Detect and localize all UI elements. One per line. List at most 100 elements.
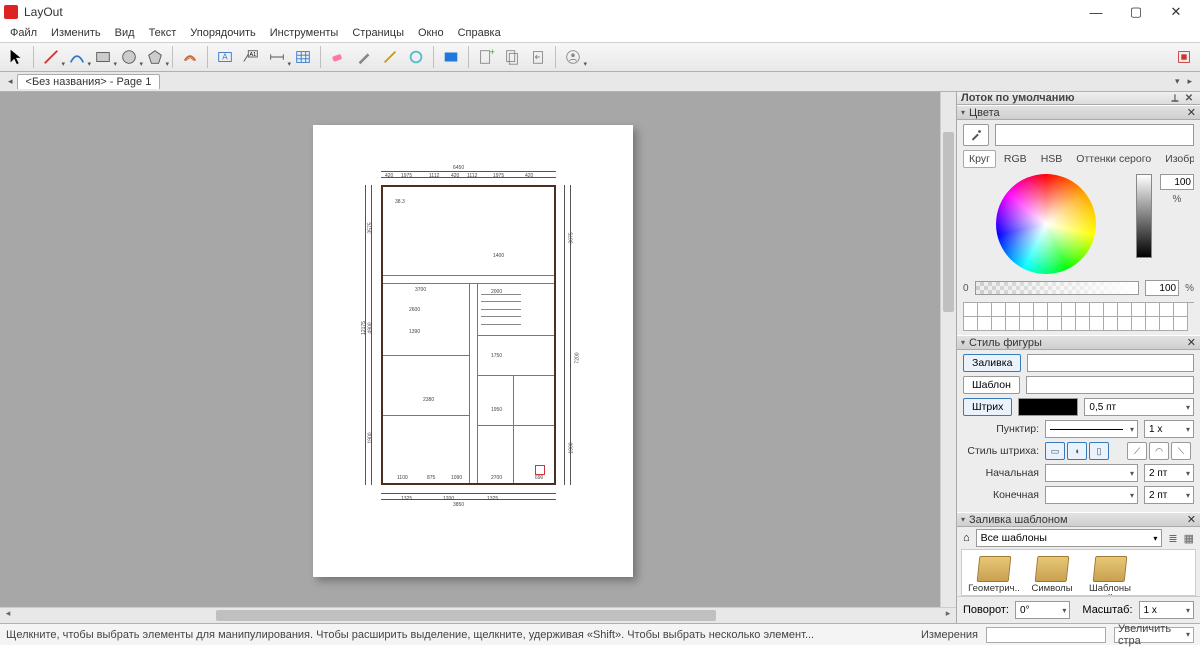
text-tool[interactable]: A (213, 45, 237, 69)
join-miter[interactable]: ⟋ (1127, 442, 1147, 460)
join-round[interactable]: ◠ (1149, 442, 1169, 460)
maximize-button[interactable]: ▢ (1116, 0, 1156, 24)
user-button[interactable] (561, 45, 585, 69)
dim-label: 1112 (467, 173, 477, 179)
document-page[interactable]: 6450 420 1975 1112 420 1112 1975 420 121… (313, 125, 633, 577)
tab-right-icon[interactable]: ▸ (1183, 76, 1196, 87)
menu-tools[interactable]: Инструменты (264, 25, 345, 41)
alpha-input[interactable] (1145, 280, 1179, 296)
panel-close-icon[interactable]: ✕ (1187, 106, 1196, 119)
menu-edit[interactable]: Изменить (45, 25, 107, 41)
dim-label: 1975 (493, 173, 504, 179)
duplicate-page-button[interactable] (500, 45, 524, 69)
panel-close-icon[interactable]: ✕ (1187, 336, 1196, 349)
color-tab-wheel[interactable]: Круг (963, 150, 996, 168)
eraser-tool[interactable] (326, 45, 350, 69)
menu-arrange[interactable]: Упорядочить (184, 25, 261, 41)
menu-window[interactable]: Окно (412, 25, 450, 41)
horizontal-scrollbar[interactable]: ◂ ▸ (0, 607, 956, 623)
line-tool[interactable] (39, 45, 63, 69)
end-arrow-size[interactable]: 2 пт (1144, 486, 1194, 504)
label-tool[interactable]: A1 (239, 45, 263, 69)
tab-left-icon[interactable]: ◂ (4, 76, 17, 87)
table-tool[interactable] (291, 45, 315, 69)
arc-tool[interactable] (65, 45, 89, 69)
dash-label: Пунктир: (963, 423, 1039, 435)
fill-swatch[interactable] (1027, 354, 1194, 372)
split-tool[interactable] (378, 45, 402, 69)
vertical-scrollbar[interactable] (940, 92, 956, 607)
view-grid-icon[interactable]: ▦ (1184, 532, 1194, 545)
menu-help[interactable]: Справка (452, 25, 507, 41)
select-tool[interactable] (4, 45, 28, 69)
pattern-folder-combo[interactable]: Все шаблоны▾ (976, 529, 1163, 547)
color-tab-gray[interactable]: Оттенки серого (1070, 150, 1157, 168)
tab-menu-icon[interactable]: ▾ (1171, 76, 1184, 87)
menu-file[interactable]: Файл (4, 25, 43, 41)
menu-pages[interactable]: Страницы (346, 25, 410, 41)
value-slider[interactable] (1136, 174, 1152, 258)
stroke-width-combo[interactable]: 0,5 пт (1084, 398, 1194, 416)
measurements-input[interactable] (986, 627, 1106, 643)
start-arrow-combo[interactable] (1045, 464, 1138, 482)
color-swatches[interactable] (963, 302, 1194, 331)
extension-button[interactable] (1172, 45, 1196, 69)
dim-label: 7200 (575, 352, 581, 363)
zoom-combo[interactable]: Увеличить стра (1114, 627, 1194, 643)
alpha-slider[interactable] (975, 281, 1140, 295)
start-arrow-size[interactable]: 2 пт (1144, 464, 1194, 482)
fill-toggle[interactable]: Заливка (963, 354, 1021, 372)
pattern-folder-site[interactable]: Шаблонысайта (1084, 556, 1136, 596)
eyedropper-button[interactable] (963, 124, 989, 146)
close-button[interactable]: ✕ (1156, 0, 1196, 24)
rect-tool[interactable] (91, 45, 115, 69)
page-tab[interactable]: <Без названия> - Page 1 (17, 74, 161, 89)
add-page-button[interactable]: + (474, 45, 498, 69)
dim-label: 1975 (401, 173, 412, 179)
tray-close-icon[interactable]: ✕ (1182, 93, 1196, 104)
color-wheel[interactable] (996, 174, 1096, 274)
present-button[interactable] (439, 45, 463, 69)
join-tool[interactable] (404, 45, 428, 69)
polygon-tool[interactable] (143, 45, 167, 69)
panel-close-icon[interactable]: ✕ (1187, 513, 1196, 526)
color-tab-hsb[interactable]: HSB (1035, 150, 1069, 168)
scale-combo[interactable]: 1 x (1139, 601, 1194, 619)
panel-colors-header[interactable]: ▾ Цвета ✕ (957, 105, 1200, 120)
rotation-combo[interactable]: 0° (1015, 601, 1070, 619)
pattern-home-icon[interactable]: ⌂ (963, 532, 970, 544)
dim-label: 2380 (423, 397, 434, 403)
circle-tool[interactable] (117, 45, 141, 69)
pattern-folder-geom[interactable]: Геометрич..плитки (968, 556, 1020, 596)
view-list-icon[interactable]: ≣ (1168, 532, 1177, 545)
cap-square[interactable]: ▯ (1089, 442, 1109, 460)
stroke-toggle[interactable]: Штрих (963, 398, 1012, 416)
join-bevel[interactable]: ⟍ (1171, 442, 1191, 460)
prev-page-button[interactable] (526, 45, 550, 69)
cap-flat[interactable]: ▭ (1045, 442, 1065, 460)
current-color-swatch[interactable] (995, 124, 1194, 146)
color-tab-rgb[interactable]: RGB (998, 150, 1033, 168)
offset-tool[interactable] (178, 45, 202, 69)
panel-shape-header[interactable]: ▾ Стиль фигуры ✕ (957, 335, 1200, 350)
canvas[interactable]: 6450 420 1975 1112 420 1112 1975 420 121… (0, 92, 956, 607)
pattern-swatch[interactable] (1026, 376, 1194, 394)
panel-title: Заливка шаблоном (969, 514, 1068, 526)
end-arrow-combo[interactable] (1045, 486, 1138, 504)
cap-round[interactable]: ◖ (1067, 442, 1087, 460)
style-picker-tool[interactable] (352, 45, 376, 69)
color-tab-image[interactable]: Изобр. (1159, 150, 1194, 168)
panel-pattern-header[interactable]: ▾ Заливка шаблоном ✕ (957, 512, 1200, 527)
tray-pin-icon[interactable]: ⟂ (1168, 93, 1182, 104)
dash-scale-combo[interactable]: 1 x (1144, 420, 1194, 438)
stroke-swatch[interactable] (1018, 398, 1078, 416)
pattern-folder-materials[interactable]: Символыматериалов (1026, 556, 1078, 596)
pattern-toggle[interactable]: Шаблон (963, 376, 1020, 394)
value-input[interactable] (1160, 174, 1194, 190)
dash-combo[interactable] (1045, 420, 1138, 438)
dimension-tool[interactable] (265, 45, 289, 69)
minimize-button[interactable]: — (1076, 0, 1116, 24)
menu-view[interactable]: Вид (109, 25, 141, 41)
main-toolbar: A A1 + (0, 42, 1200, 72)
menu-text[interactable]: Текст (143, 25, 183, 41)
